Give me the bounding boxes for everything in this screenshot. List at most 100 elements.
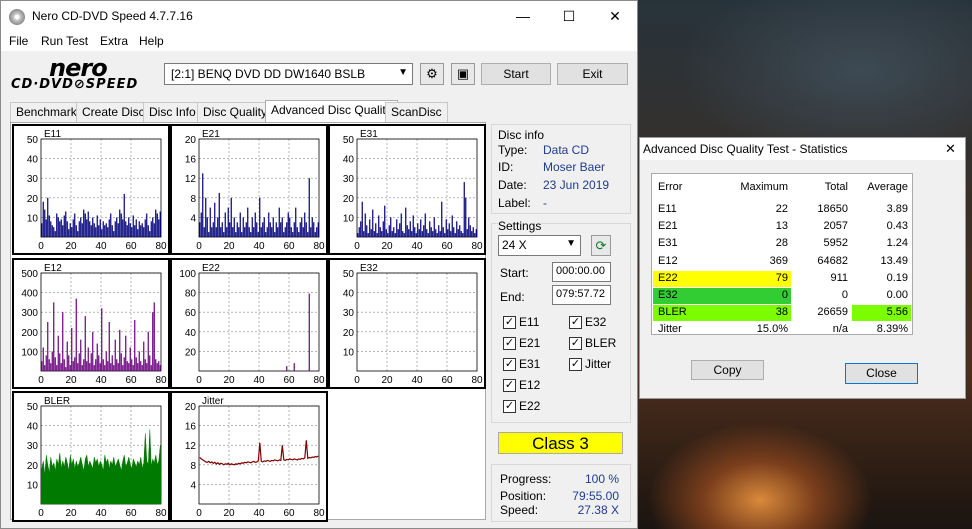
cell-total: 2057 [823,220,848,233]
cell-total: 5952 [823,237,848,250]
x-tick-label: 20 [223,508,235,519]
cell-error: Jitter [658,323,682,336]
x-tick-label: 0 [354,375,360,386]
drive-eject-icon[interactable]: ⚙ [420,63,444,85]
speed-label: Speed: [500,503,539,517]
checkbox-e22[interactable]: ✓ [503,400,516,413]
cell-maximum: 38 [775,306,788,319]
tab-create-disc[interactable]: Create Disc [76,102,151,122]
y-tick-label: 100 [179,269,196,280]
close-dialog-button[interactable]: Close [845,363,918,384]
refresh-icon[interactable]: ⟳ [591,235,611,256]
y-tick-label: 10 [27,480,39,491]
chart-e32: 50 40 30 20 10 0 20 40 60 80 E32 [328,258,486,389]
y-tick-label: 20 [343,328,355,339]
menu-help[interactable]: Help [139,34,164,48]
app-disc-icon [9,9,25,25]
start-time-input[interactable]: 000:00.00 [552,262,611,282]
y-tick-label: 20 [343,194,355,205]
menu-extra[interactable]: Extra [100,34,128,48]
title-bar[interactable]: Nero CD-DVD Speed 4.7.7.16 — ☐ ✕ [1,1,637,31]
tab-advanced-disc-quality[interactable]: Advanced Disc Quality [265,100,398,123]
end-time-input[interactable]: 079:57.72 [552,285,611,305]
x-tick-label: 20 [65,375,77,386]
y-tick-label: 300 [21,308,38,319]
menu-run-test[interactable]: Run Test [41,34,88,48]
column-header: Maximum [740,181,788,193]
dialog-close-icon[interactable]: ✕ [945,141,956,157]
position-value: 79:55.00 [572,489,619,503]
y-tick-label: 20 [185,347,197,358]
position-label: Position: [500,489,547,503]
x-tick-label: 40 [95,241,107,252]
main-window: Nero CD-DVD Speed 4.7.7.16 — ☐ ✕ File Ru… [0,0,638,529]
cell-total: n/a [832,323,848,336]
x-tick-label: 20 [65,508,77,519]
cell-total: 26659 [817,306,848,319]
settings-header: Settings [498,219,542,233]
tab-disc-info[interactable]: Disc Info [143,102,202,122]
chart-title: Jitter [202,396,224,407]
y-tick-label: 10 [27,213,39,224]
tab-scandisc[interactable]: ScanDisc [385,102,448,122]
label-value: - [543,196,547,210]
drive-select[interactable]: [2:1] BENQ DVD DD DW1640 BSLB ▼ [164,63,413,85]
checkbox-label: Jitter [585,357,612,371]
cell-error: E21 [658,220,678,233]
chart-e22: 100 80 60 40 20 0 20 40 60 80 E22 [170,258,328,389]
checkbox-jitter[interactable]: ✓ [569,358,582,371]
copy-button[interactable]: Copy [691,360,764,380]
save-icon[interactable]: ▣ [451,63,475,85]
x-tick-label: 80 [471,241,483,252]
y-tick-label: 50 [343,269,355,280]
y-tick-label: 16 [185,155,197,166]
y-tick-label: 100 [21,347,38,358]
y-tick-label: 40 [27,155,39,166]
exit-button[interactable]: Exit [557,63,628,85]
close-button[interactable]: ✕ [592,1,638,31]
tab-disc-quality[interactable]: Disc Quality [197,102,274,122]
x-tick-label: 60 [283,508,295,519]
cell-average: 3.89 [886,203,908,215]
checkbox-label: BLER [585,336,617,350]
x-tick-label: 60 [441,241,453,252]
speed-select[interactable]: 24 X ▼ [498,235,581,256]
checkbox-e12[interactable]: ✓ [503,379,516,392]
y-tick-label: 50 [27,402,39,413]
y-tick-label: 30 [27,441,39,452]
table-row: E12 369 64682 13.49 [653,254,912,270]
chart-title: E21 [202,129,220,140]
type-value: Data CD [543,143,590,157]
date-label: Date: [498,178,527,192]
x-tick-label: 0 [38,241,44,252]
x-tick-label: 0 [196,508,202,519]
x-tick-label: 20 [223,241,235,252]
progress-value: 100 % [584,472,619,486]
start-label: Start: [500,266,529,280]
checkbox-e11[interactable]: ✓ [503,316,516,329]
chart-e31-svg: 50 40 30 20 10 0 20 40 60 80 E31 [343,129,483,252]
statistics-table: Error Maximum Total Average E11 22 18650 3.89 E2… [651,173,913,335]
y-tick-label: 30 [343,308,355,319]
minimize-button[interactable]: — [500,1,546,31]
cell-error: BLER [658,306,687,319]
y-tick-label: 30 [343,174,355,185]
tab-benchmark[interactable]: Benchmark [10,102,83,122]
x-tick-label: 60 [125,508,137,519]
checkbox-e31[interactable]: ✓ [503,358,516,371]
y-tick-label: 10 [343,347,355,358]
checkbox-e21[interactable]: ✓ [503,337,516,350]
start-button[interactable]: Start [481,63,551,85]
checkbox-e32[interactable]: ✓ [569,316,582,329]
menu-file[interactable]: File [9,34,28,48]
checkbox-bler[interactable]: ✓ [569,337,582,350]
chevron-down-icon: ▼ [398,67,408,78]
dialog-title-bar[interactable]: Advanced Disc Quality Test - Statistics … [640,138,965,160]
y-tick-label: 20 [27,194,39,205]
maximize-button[interactable]: ☐ [546,1,592,31]
cell-maximum: 22 [775,203,788,215]
x-tick-label: 40 [411,375,423,386]
dialog-title: Advanced Disc Quality Test - Statistics [643,142,848,156]
cell-average: 0.19 [886,271,908,284]
y-tick-label: 12 [185,441,197,452]
